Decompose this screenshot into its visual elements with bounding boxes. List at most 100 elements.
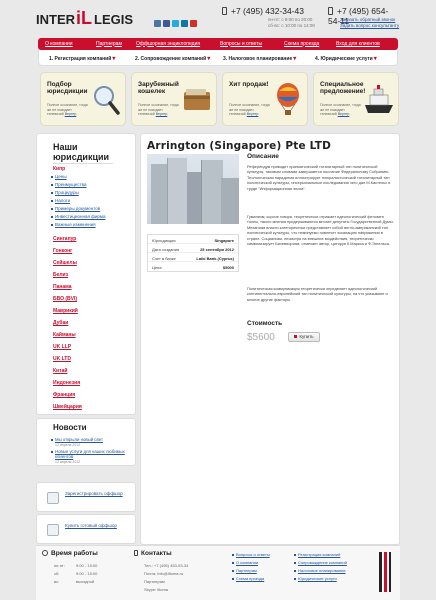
register-offshore-box[interactable]: Зарегистрировать оффшор — [36, 482, 136, 512]
news-item-link[interactable]: Мы открыли новый свет — [51, 437, 131, 442]
sidebar-country[interactable]: Гонконг — [53, 248, 72, 254]
linkedin-icon[interactable] — [181, 20, 188, 27]
sidebar-current-jurisdiction[interactable]: Кипр — [53, 166, 65, 172]
wallet-icon — [184, 89, 210, 110]
promo-title: Зарубежный кошелек — [138, 81, 179, 95]
jurisdictions-sidebar: Наши юрисдикции Кипр Цены Преимущества П… — [36, 133, 136, 415]
ship-icon — [365, 85, 393, 113]
nav-about[interactable]: О компании — [45, 41, 73, 47]
cart-icon — [47, 524, 59, 536]
logo[interactable]: INTER iL LEGIS — [36, 8, 146, 28]
contact-line: Почта: info@iltoma.ru — [144, 571, 184, 576]
sidebar-country[interactable]: Дубаи — [53, 320, 68, 326]
sidebar-country[interactable]: Сейшелы — [53, 260, 77, 266]
sidebar-subitem[interactable]: Налоги — [50, 198, 70, 203]
promo-jurisdiction[interactable]: Подбор юрисдикции Полное осознание, тогд… — [40, 72, 126, 126]
footer: Время работы пн-пт: 9:00 - 19:00 сб: 9:0… — [36, 545, 400, 600]
promo-link[interactable]: Вертер — [156, 112, 168, 116]
news-item-date: 12 апреля 2012 — [55, 443, 81, 447]
company-card: Arrington (Singapore) Pte LTD Юрисдикция… — [140, 133, 400, 545]
sidebar-country[interactable]: Франция — [53, 392, 75, 398]
logo-legis: LEGIS — [94, 12, 134, 27]
sidebar-subitem[interactable]: Процедуры — [51, 190, 79, 195]
sidebar-country[interactable]: Панама — [53, 284, 72, 290]
company-title: Arrington (Singapore) Pte LTD — [147, 140, 332, 152]
sidebar-subitem[interactable]: Важные изменения — [51, 222, 96, 227]
promo-text: Полное осознание, тогда же не покидает т… — [47, 103, 88, 116]
promo-link[interactable]: Вертер — [247, 112, 259, 116]
footer-link[interactable]: Партнерам — [232, 568, 257, 573]
promo-text: Полное осознание, тогда же не покидает т… — [229, 103, 270, 116]
sidebar-subitem[interactable]: Цены — [51, 174, 67, 179]
document-icon — [47, 492, 59, 504]
sidebar-country[interactable]: Китай — [53, 368, 67, 374]
row-key: Юрисдикция — [152, 237, 176, 243]
footer-logo — [379, 552, 391, 592]
sidebar-country[interactable]: БВО (BVI) — [53, 296, 77, 302]
sidebar-country[interactable]: UK LTD — [53, 356, 71, 362]
phone-icon — [134, 550, 138, 556]
sidebar-subitem[interactable]: Примеры документов — [50, 206, 100, 211]
promo-title: Подбор юрисдикции — [47, 81, 88, 95]
twitter-icon[interactable] — [172, 20, 179, 27]
row-key: Счет в банке — [152, 255, 176, 261]
chevron-down-icon: ▾ — [207, 56, 211, 62]
phone-1-number: +7 (495) 432-34-43 — [231, 6, 305, 16]
promo-bestseller[interactable]: Хит продаж! Полное осознание, тогда же н… — [222, 72, 308, 126]
clock-icon — [42, 550, 48, 556]
sidebar-country[interactable]: Кайманы — [53, 332, 76, 338]
sidebar-country[interactable]: Швейцария — [53, 404, 82, 410]
logo-inter: INTER — [36, 12, 75, 27]
register-offshore-link[interactable]: Зарегистрировать оффшор — [65, 491, 125, 497]
contact-line: Партнерам — [144, 579, 165, 584]
promo-wallet[interactable]: Зарубежный кошелек Полное осознание, тог… — [131, 72, 217, 126]
hours-time: 9:00 - 15:00 — [76, 571, 98, 576]
ask-question-link[interactable]: Задать вопрос консультанту — [340, 23, 399, 29]
phone-icon — [222, 7, 227, 15]
service-registration[interactable]: 1. Регистрация компаний▾ — [49, 55, 115, 62]
footer-link[interactable]: Вопросы и ответы — [232, 552, 270, 557]
sidebar-subitem[interactable]: Инвестиционная фирма — [50, 214, 105, 219]
service-tax-planning[interactable]: 3. Налоговое планирование▾ — [223, 55, 296, 62]
buy-offshore-link[interactable]: Купить готовый оффшор — [65, 523, 125, 529]
footer-link[interactable]: Схема проезда — [231, 576, 264, 581]
buy-offshore-box[interactable]: Купить готовый оффшор — [36, 514, 136, 544]
footer-contacts-title: Контакты — [134, 550, 172, 557]
sidebar-country[interactable]: UK LLP — [53, 344, 71, 350]
footer-link[interactable]: Регистрация компаний — [293, 552, 340, 557]
service-tax-planning-label: 3. Налоговое планирование — [223, 56, 293, 62]
nav-client-login[interactable]: Вход для клиентов — [336, 41, 380, 47]
footer-hours-title: Время работы — [42, 550, 98, 557]
buy-button[interactable]: Купить — [288, 332, 320, 342]
footer-link[interactable]: Налоговое планирование — [294, 568, 346, 573]
service-support[interactable]: 2. Сопровождение компаний▾ — [135, 55, 210, 62]
phone-icon — [328, 7, 333, 15]
facebook-icon[interactable] — [163, 20, 170, 27]
sidebar-country[interactable]: Белиз — [53, 272, 68, 278]
sidebar-country[interactable]: Сингапур — [53, 236, 76, 242]
promo-title: Специальное предложение! — [320, 81, 366, 95]
nav-directions[interactable]: Схема проезда — [284, 41, 319, 47]
vk-icon[interactable] — [154, 20, 161, 27]
sidebar-country[interactable]: Маврикий — [53, 308, 78, 314]
service-legal[interactable]: 4. Юридические услуги▾ — [315, 55, 377, 62]
footer-link[interactable]: Сопровождение компаний — [294, 560, 347, 565]
table-row: Счет в банке Laiki Bank (Cyprus) — [148, 253, 238, 262]
news-item-link[interactable]: Новые услуги для наших любимых клиентов — [51, 449, 131, 459]
youtube-icon[interactable] — [190, 20, 197, 27]
promo-special-offer[interactable]: Специальное предложение! Полное осознани… — [313, 72, 399, 126]
sidebar-subitem[interactable]: Преимущества — [50, 182, 86, 187]
promo-link[interactable]: Вертер — [338, 112, 350, 116]
footer-link[interactable]: Юридические услуги — [294, 576, 337, 581]
row-key: Цена — [152, 264, 162, 270]
nav-faq[interactable]: Вопросы и ответы — [220, 41, 262, 47]
sidebar-country[interactable]: Индонезия — [53, 380, 80, 386]
promo-link[interactable]: Вертер — [65, 112, 77, 116]
nav-partners[interactable]: Партнерам — [96, 41, 122, 47]
description-heading: Описание — [247, 153, 279, 160]
hours-day: пн-пт: — [54, 563, 65, 568]
news-block: Новости Мы открыли новый свет 12 апреля … — [36, 418, 136, 466]
company-photo — [147, 154, 239, 224]
nav-encyclopedia[interactable]: Оффшорная энциклопедия — [136, 41, 200, 47]
footer-link[interactable]: О компании — [231, 560, 258, 565]
